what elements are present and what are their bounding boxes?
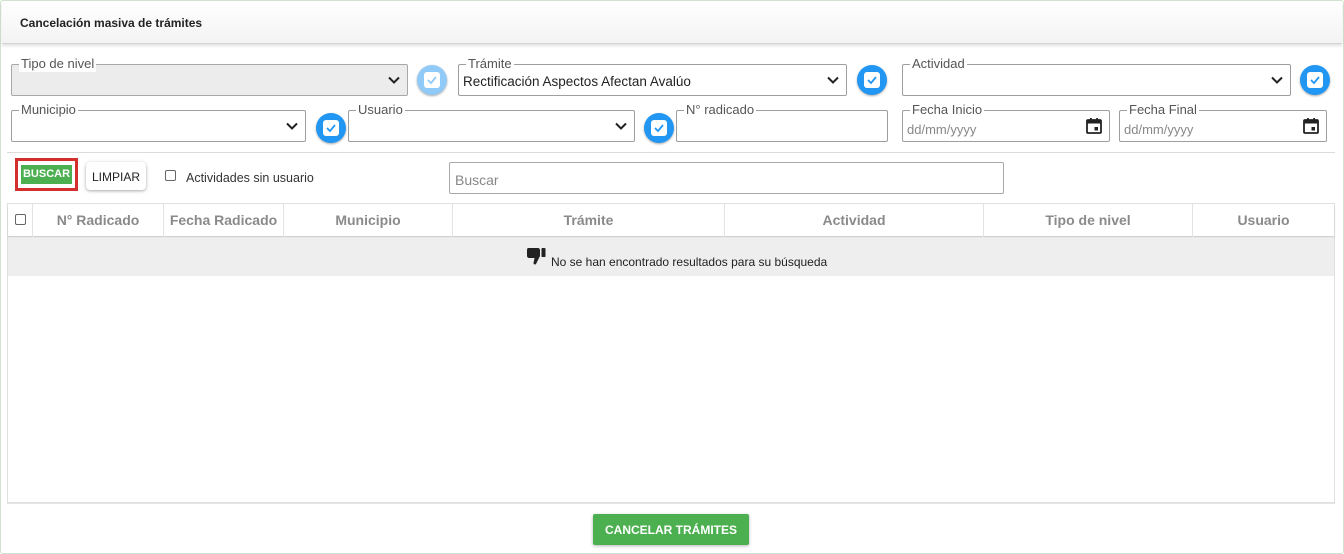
buscar-button-highlight: BUSCAR bbox=[15, 158, 78, 191]
check-icon bbox=[654, 124, 664, 133]
check-icon bbox=[867, 76, 877, 85]
tramite-label: Trámite bbox=[466, 56, 514, 72]
select-all-checkbox[interactable] bbox=[15, 214, 26, 225]
tramite-select[interactable]: Trámite Rectificación Aspectos Afectan A… bbox=[458, 56, 847, 96]
limpiar-button[interactable]: LIMPIAR bbox=[86, 162, 146, 190]
chevron-down-icon bbox=[286, 122, 298, 130]
table-header: N° Radicado Fecha Radicado Municipio Trá… bbox=[8, 204, 1334, 237]
empty-results-row: No se han encontrado resultados para su … bbox=[8, 238, 1334, 276]
usuario-select[interactable]: Usuario bbox=[348, 102, 635, 142]
tramite-value: Rectificación Aspectos Afectan Avalúo bbox=[463, 74, 691, 89]
thumbs-down-icon bbox=[527, 248, 546, 265]
search-placeholder: Buscar bbox=[455, 172, 499, 188]
actividad-label: Actividad bbox=[910, 56, 967, 72]
column-header-actividad[interactable]: Actividad bbox=[725, 204, 984, 237]
chevron-down-icon bbox=[827, 76, 839, 84]
usuario-enable-checkbox[interactable] bbox=[644, 113, 674, 143]
municipio-label: Municipio bbox=[19, 102, 78, 118]
chevron-down-icon bbox=[615, 122, 627, 130]
column-header-usuario[interactable]: Usuario bbox=[1193, 204, 1334, 237]
page-title: Cancelación masiva de trámites bbox=[20, 16, 203, 30]
actividades-sin-usuario-checkbox[interactable] bbox=[165, 170, 176, 181]
fecha-inicio-input[interactable]: Fecha Inicio dd/mm/yyyy bbox=[902, 102, 1110, 142]
fecha-inicio-label: Fecha Inicio bbox=[910, 102, 985, 118]
check-icon bbox=[427, 76, 437, 85]
actividad-enable-checkbox[interactable] bbox=[1300, 65, 1330, 95]
column-header-radicado[interactable]: N° Radicado bbox=[33, 204, 164, 237]
actividades-sin-usuario-label: Actividades sin usuario bbox=[186, 171, 314, 185]
tipo-nivel-enable-checkbox[interactable] bbox=[417, 65, 447, 95]
tipo-nivel-label: Tipo de nivel bbox=[19, 56, 97, 72]
panel-header: Cancelación masiva de trámites bbox=[2, 2, 1342, 44]
fecha-final-label: Fecha Final bbox=[1127, 102, 1199, 118]
tramite-enable-checkbox[interactable] bbox=[857, 65, 887, 95]
calendar-icon[interactable] bbox=[1085, 117, 1103, 135]
fecha-inicio-placeholder: dd/mm/yyyy bbox=[907, 122, 977, 137]
column-header-tramite[interactable]: Trámite bbox=[453, 204, 725, 237]
cancelar-tramites-button[interactable]: CANCELAR TRÁMITES bbox=[593, 514, 749, 545]
results-table: N° Radicado Fecha Radicado Municipio Trá… bbox=[7, 203, 1335, 503]
column-header-fecha-radicado[interactable]: Fecha Radicado bbox=[164, 204, 284, 237]
footer-divider bbox=[7, 503, 1335, 504]
main-panel: Cancelación masiva de trámites Tipo de n… bbox=[0, 0, 1344, 554]
actividad-select[interactable]: Actividad bbox=[902, 56, 1291, 96]
check-icon bbox=[326, 124, 336, 133]
check-icon bbox=[1310, 76, 1320, 85]
tipo-nivel-select[interactable]: Tipo de nivel bbox=[11, 56, 408, 96]
municipio-select[interactable]: Municipio bbox=[11, 102, 306, 142]
chevron-down-icon bbox=[388, 76, 400, 84]
chevron-down-icon bbox=[1271, 76, 1283, 84]
radicado-label: N° radicado bbox=[684, 102, 757, 118]
search-input[interactable]: Buscar bbox=[449, 162, 1004, 194]
usuario-label: Usuario bbox=[356, 102, 405, 118]
buscar-button[interactable]: BUSCAR bbox=[21, 165, 72, 184]
radicado-input[interactable]: N° radicado bbox=[676, 102, 888, 142]
empty-results-message: No se han encontrado resultados para su … bbox=[551, 255, 828, 269]
calendar-icon[interactable] bbox=[1302, 117, 1320, 135]
column-header-tipo-nivel[interactable]: Tipo de nivel bbox=[984, 204, 1193, 237]
fecha-final-input[interactable]: Fecha Final dd/mm/yyyy bbox=[1119, 102, 1327, 142]
select-all-cell bbox=[8, 204, 33, 237]
fecha-final-placeholder: dd/mm/yyyy bbox=[1124, 122, 1194, 137]
municipio-enable-checkbox[interactable] bbox=[316, 113, 346, 143]
column-header-municipio[interactable]: Municipio bbox=[284, 204, 453, 237]
filters-divider bbox=[7, 152, 1335, 153]
